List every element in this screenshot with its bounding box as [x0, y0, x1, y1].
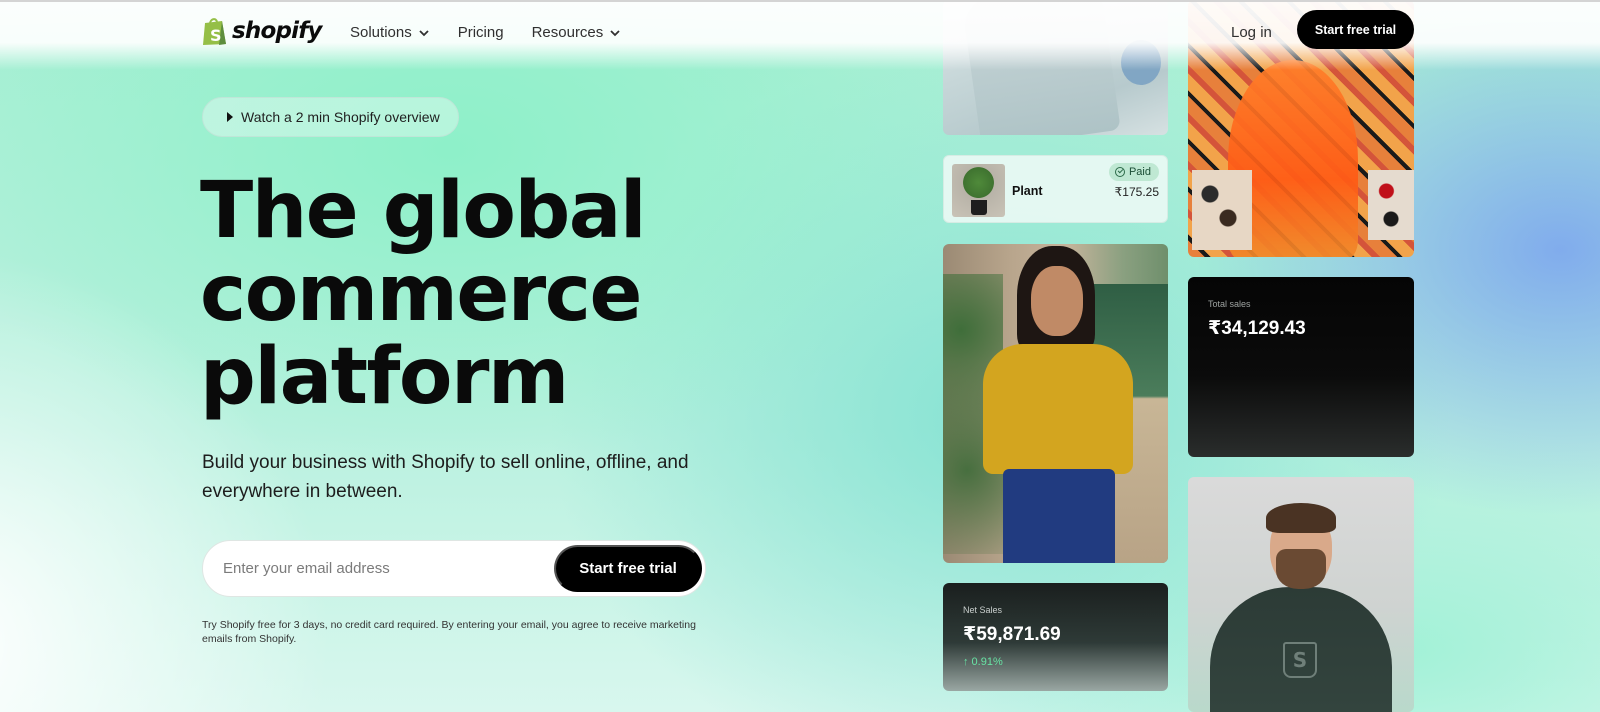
chevron-down-icon: [419, 29, 429, 36]
login-link[interactable]: Log in: [1231, 24, 1272, 41]
nav-resources[interactable]: Resources: [532, 24, 622, 41]
shopify-bag-icon: S: [202, 16, 228, 46]
nav-solutions[interactable]: Solutions: [350, 24, 430, 41]
shopify-logo[interactable]: S shopify: [202, 16, 322, 46]
nav-start-trial-button[interactable]: Start free trial: [1297, 10, 1414, 49]
headline-line: platform: [200, 332, 569, 422]
total-sales-label: Total sales: [1208, 299, 1251, 309]
headline-line: The global: [200, 166, 647, 256]
status-badge: Paid: [1108, 163, 1159, 181]
plant-thumbnail: [952, 164, 1005, 217]
start-trial-button[interactable]: Start free trial: [554, 545, 702, 592]
watch-overview-button[interactable]: Watch a 2 min Shopify overview: [202, 97, 459, 137]
nav-solutions-label: Solutions: [350, 24, 412, 41]
svg-text:S: S: [210, 26, 222, 45]
hero-headline: The global commerce platform: [200, 170, 760, 419]
order-card: Paid Plant ₹175.25: [943, 155, 1168, 223]
order-price: ₹175.25: [1114, 185, 1159, 199]
nav-links: Solutions Pricing Resources: [350, 24, 621, 41]
order-product-name: Plant: [1012, 184, 1043, 198]
status-badge-label: Paid: [1128, 166, 1151, 178]
signup-disclaimer: Try Shopify free for 3 days, no credit c…: [202, 619, 696, 645]
total-sales-card: Total sales ₹34,129.43: [1188, 277, 1414, 457]
check-circle-icon: [1114, 167, 1125, 177]
email-input[interactable]: [223, 541, 543, 596]
brand-name: shopify: [232, 18, 322, 44]
hero-subheading: Build your business with Shopify to sell…: [202, 452, 689, 502]
headline-line: commerce: [200, 249, 642, 339]
net-sales-card: Net Sales ₹59,871.69 ↑ 0.91%: [943, 583, 1168, 691]
merchant-photo-woman: [943, 244, 1168, 563]
play-icon: [227, 112, 233, 122]
net-sales-label: Net Sales: [963, 605, 1003, 615]
net-sales-value: ₹59,871.69: [963, 624, 1061, 645]
nav-pricing-label: Pricing: [457, 24, 504, 41]
nav-resources-label: Resources: [531, 24, 604, 41]
net-sales-change: ↑ 0.91%: [963, 656, 1003, 668]
shopify-bag-icon: S: [1283, 642, 1317, 678]
nav-pricing[interactable]: Pricing: [458, 24, 504, 41]
watch-overview-label: Watch a 2 min Shopify overview: [241, 109, 440, 125]
email-signup-form: Start free trial: [202, 540, 706, 597]
merchant-photo-man: S: [1188, 477, 1414, 712]
total-sales-value: ₹34,129.43: [1208, 318, 1306, 339]
top-nav: S shopify Solutions Pricing Resources Lo…: [0, 0, 1600, 64]
chevron-down-icon: [610, 29, 620, 36]
